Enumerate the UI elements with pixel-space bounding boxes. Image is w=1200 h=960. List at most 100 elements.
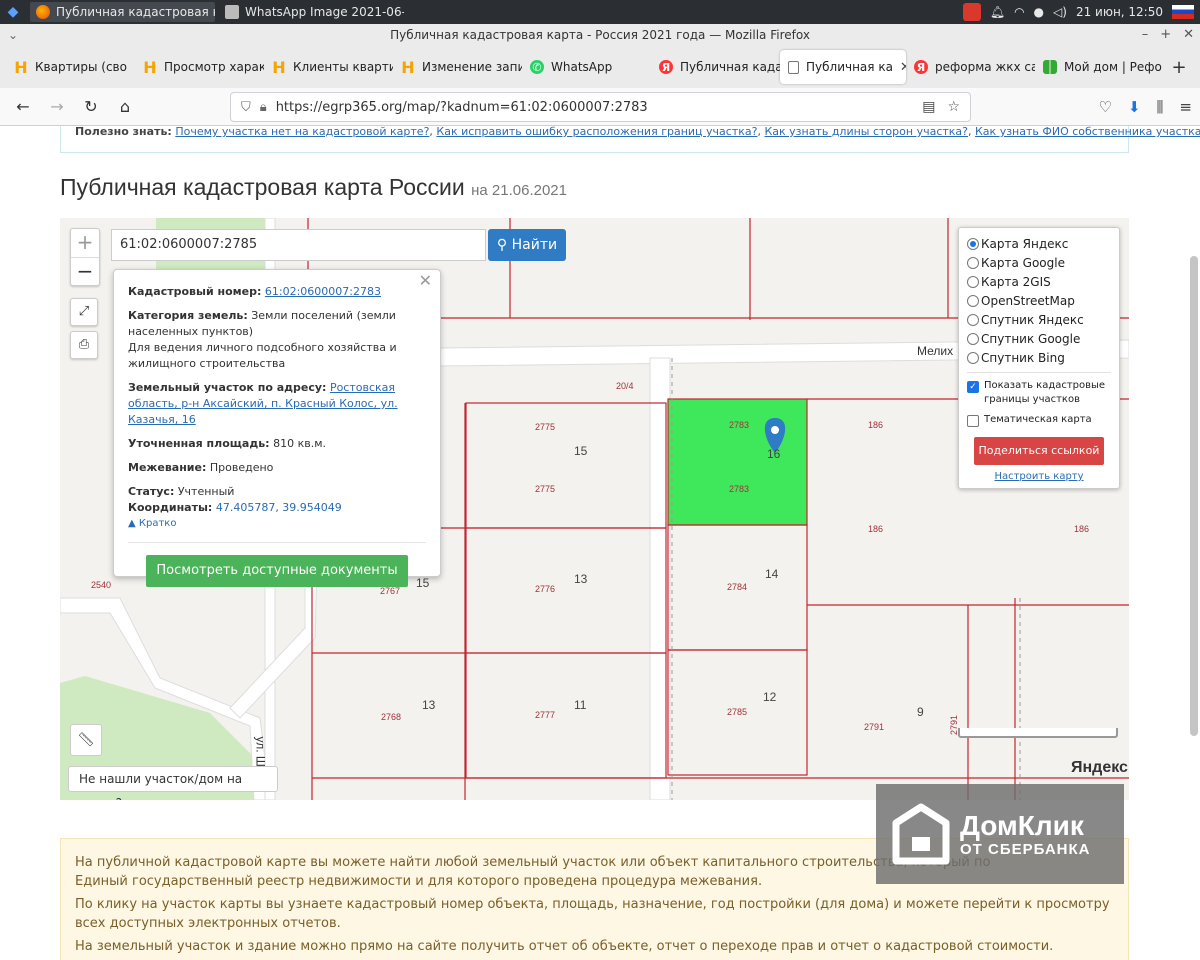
- taskbar-task-firefox[interactable]: Публичная кадастровая к...: [30, 2, 215, 22]
- bookmark-star-icon[interactable]: ☆: [947, 99, 960, 115]
- start-menu-icon[interactable]: ◆: [0, 0, 26, 24]
- checkbox-checked-icon[interactable]: ✓: [967, 381, 979, 393]
- not-found-button[interactable]: Не нашли участок/дом на карте?: [68, 766, 278, 800]
- clock[interactable]: 21 июн, 12:50: [1076, 5, 1163, 19]
- bell-icon[interactable]: 🔔︎: [990, 5, 1005, 19]
- close-window-icon[interactable]: ✕: [1183, 24, 1194, 46]
- back-icon[interactable]: ←: [6, 97, 40, 116]
- home-icon[interactable]: ⌂: [108, 97, 142, 116]
- map-layers-panel: Карта Яндекс Карта Google Карта 2GIS Ope…: [958, 227, 1120, 489]
- tab-publichnaya-active[interactable]: Публичная ка ✕: [780, 50, 906, 84]
- tab-label: Клиенты кварти: [293, 60, 393, 74]
- useful-link[interactable]: Почему участка нет на кадастровой карте?: [175, 126, 429, 138]
- library-icon[interactable]: ⫼: [1157, 98, 1164, 116]
- wifi-icon[interactable]: ◠: [1014, 5, 1024, 19]
- find-button-label: Найти: [511, 237, 558, 253]
- thematic-map-option[interactable]: Тематическая карта: [967, 413, 1111, 427]
- useful-link[interactable]: Как узнать ФИО собственника участка?: [975, 126, 1200, 138]
- useful-links-box: Полезно знать: Почему участка нет на кад…: [60, 126, 1200, 153]
- maximize-icon[interactable]: +: [1160, 24, 1171, 46]
- tab-klienty[interactable]: H Клиенты кварти: [264, 50, 393, 84]
- tab-kvartiry[interactable]: H Квартиры (сво: [6, 50, 135, 84]
- parcel-number: 2783: [729, 420, 750, 430]
- share-link-button[interactable]: Поделиться ссылкой: [974, 437, 1104, 465]
- coords-value: 47.405787, 39.954049: [215, 501, 342, 514]
- url-bar[interactable]: ⛉ 🔒︎ https://egrp365.org/map/?kadnum=61:…: [230, 92, 971, 122]
- minimize-icon[interactable]: –: [1142, 24, 1149, 46]
- taskbar-task-label: Публичная кадастровая к...: [56, 5, 215, 19]
- popup-close-icon[interactable]: ✕: [419, 273, 432, 289]
- radio-icon[interactable]: [967, 294, 979, 307]
- status-row: Статус: Учтенный: [128, 484, 426, 500]
- tab-moy-dom[interactable]: Мой дом | Рефо: [1035, 50, 1164, 84]
- print-button[interactable]: ⎙: [70, 331, 98, 359]
- shield-icon[interactable]: ⛉: [241, 100, 251, 115]
- layers-divider: [967, 372, 1111, 373]
- layer-option[interactable]: Спутник Google: [967, 329, 1111, 348]
- tab-reforma[interactable]: Я реформа жкх са: [906, 50, 1035, 84]
- app-indicator-icon[interactable]: [962, 3, 981, 21]
- parcel-info-popup: ✕ Кадастровый номер: 61:02:0600007:2783 …: [113, 269, 441, 587]
- taskbar-task-image[interactable]: WhatsApp Image 2021-06-2...: [219, 2, 404, 22]
- zoom-control: + −: [70, 228, 100, 286]
- reader-view-icon[interactable]: ▤: [922, 99, 935, 115]
- layer-option[interactable]: Спутник Яндекс: [967, 310, 1111, 329]
- useful-link[interactable]: Как исправить ошибку расположения границ…: [436, 126, 757, 138]
- tab-label: Публичная када: [680, 60, 780, 74]
- cadastral-map[interactable]: 20/4 2775 2775 2783 2783 186 186 186 254…: [60, 218, 1129, 800]
- map-scale-bar: [958, 728, 1118, 738]
- fullscreen-button[interactable]: ⤢: [70, 298, 98, 326]
- radio-icon[interactable]: [967, 256, 979, 269]
- radio-icon[interactable]: [967, 275, 979, 288]
- zoom-in-button[interactable]: +: [71, 229, 99, 257]
- layer-option[interactable]: Карта 2GIS: [967, 272, 1111, 291]
- hamburger-menu-icon[interactable]: ≡: [1179, 98, 1192, 116]
- keyboard-layout-flag-icon[interactable]: [1172, 5, 1194, 19]
- ruler-button[interactable]: 📏︎: [70, 724, 102, 756]
- url-text[interactable]: https://egrp365.org/map/?kadnum=61:02:06…: [276, 100, 648, 115]
- h-icon: H: [272, 57, 286, 77]
- tab-publichnaya-1[interactable]: Я Публичная када: [651, 50, 780, 84]
- pocket-icon[interactable]: ♡: [1098, 98, 1111, 116]
- show-borders-option[interactable]: ✓ Показать кадастровые границы участков: [967, 379, 1111, 407]
- zoom-out-button[interactable]: −: [71, 257, 99, 285]
- find-button[interactable]: ⚲ Найти: [488, 229, 566, 261]
- collapse-link[interactable]: ▲ Кратко: [128, 516, 426, 532]
- window-menu-icon[interactable]: ⌄: [8, 24, 18, 46]
- ruler-icon: 📏︎: [77, 732, 95, 748]
- layer-option[interactable]: OpenStreetMap: [967, 291, 1111, 310]
- checkbox-icon[interactable]: [967, 415, 979, 427]
- layer-option[interactable]: Карта Яндекс: [967, 234, 1111, 253]
- new-tab-button[interactable]: +: [1164, 57, 1194, 78]
- printer-icon: ⎙: [78, 337, 90, 352]
- useful-link[interactable]: Как узнать длины сторон участка?: [764, 126, 968, 138]
- parcel-number: 2791: [864, 722, 885, 732]
- firefox-icon: [36, 5, 50, 19]
- tab-label: Изменение запи: [422, 60, 522, 74]
- radio-icon[interactable]: [967, 313, 979, 326]
- configure-map-link[interactable]: Настроить карту: [967, 471, 1111, 482]
- domclick-subtitle: ОТ СБЕРБАНКА: [960, 840, 1091, 858]
- forward-icon[interactable]: →: [40, 97, 74, 116]
- tab-label: Просмотр харак: [164, 60, 264, 74]
- house-number: 12: [763, 690, 777, 704]
- tab-whatsapp[interactable]: ✆ WhatsApp: [522, 50, 651, 84]
- house-number: 9: [917, 705, 924, 719]
- view-documents-button[interactable]: Посмотреть доступные документы: [146, 555, 408, 587]
- power-icon[interactable]: ●: [1034, 5, 1044, 19]
- radio-icon[interactable]: [967, 351, 979, 364]
- radio-icon[interactable]: [967, 237, 979, 250]
- layer-option[interactable]: Карта Google: [967, 253, 1111, 272]
- cad-number-link[interactable]: 61:02:0600007:2783: [265, 285, 381, 298]
- download-icon[interactable]: ⬇: [1128, 98, 1141, 116]
- page-scrollbar[interactable]: [1190, 256, 1198, 736]
- tab-label: Публичная ка: [806, 60, 893, 74]
- layer-option[interactable]: Спутник Bing: [967, 348, 1111, 367]
- volume-icon[interactable]: ◁): [1053, 5, 1067, 19]
- cadastral-search-input[interactable]: 61:02:0600007:2785: [111, 229, 486, 261]
- lock-icon[interactable]: 🔒︎: [260, 100, 267, 115]
- radio-icon[interactable]: [967, 332, 979, 345]
- reload-icon[interactable]: ↻: [74, 97, 108, 116]
- tab-prosmotr[interactable]: H Просмотр харак: [135, 50, 264, 84]
- tab-izmenenie[interactable]: H Изменение запи: [393, 50, 522, 84]
